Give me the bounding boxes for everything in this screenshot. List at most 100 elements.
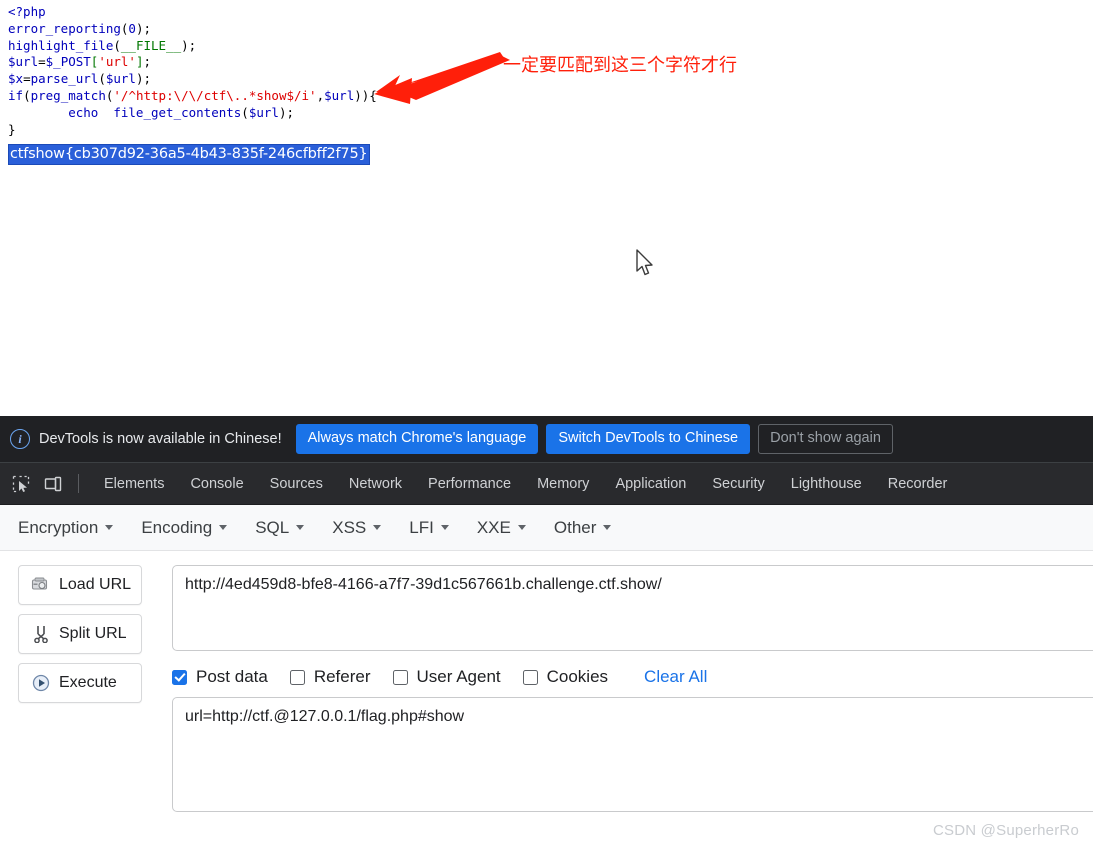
- split-url-button[interactable]: Split URL: [18, 614, 142, 654]
- chevron-down-icon: [517, 525, 526, 530]
- post-data-checkbox[interactable]: [172, 669, 187, 685]
- php-token: ]: [135, 54, 144, 70]
- php-token: $x: [8, 71, 24, 87]
- referer-label: Referer: [313, 667, 371, 686]
- switch-devtools-to-chinese-button[interactable]: Switch DevTools to Chinese: [546, 424, 751, 454]
- cookies-checkbox[interactable]: [522, 669, 538, 685]
- php-token: __FILE__: [120, 37, 182, 53]
- tab-security[interactable]: Security: [699, 463, 777, 504]
- chevron-down-icon: [219, 525, 228, 530]
- execute-label: Execute: [59, 674, 117, 691]
- php-token: ;: [188, 37, 197, 53]
- referer-checkbox[interactable]: [289, 669, 305, 685]
- menu-encoding-label: Encoding: [141, 517, 213, 537]
- php-token: 'url': [98, 54, 136, 70]
- load-url-label: Load URL: [59, 576, 132, 593]
- mouse-pointer-icon: [636, 249, 653, 276]
- chevron-down-icon: [603, 525, 612, 530]
- url-input[interactable]: http://4ed459d8-bfe8-4166-a7f7-39d1c5676…: [172, 565, 1093, 651]
- php-token: error_reporting: [8, 20, 121, 36]
- php-source-line: echo file_get_contents($url);: [8, 105, 377, 122]
- toolbar-divider: [78, 474, 79, 493]
- menu-xss[interactable]: XSS: [332, 517, 382, 538]
- tab-performance[interactable]: Performance: [415, 463, 524, 504]
- inspect-element-icon[interactable]: [6, 470, 36, 498]
- php-token: $_POST: [45, 54, 91, 70]
- menu-encoding[interactable]: Encoding: [141, 517, 228, 538]
- tab-application[interactable]: Application: [602, 463, 699, 504]
- menu-sql[interactable]: SQL: [255, 517, 305, 538]
- banner-message: DevTools is now available in Chinese!: [39, 431, 282, 447]
- chevron-down-icon: [440, 525, 449, 530]
- user-agent-label: User Agent: [416, 667, 501, 686]
- user-agent-checkbox[interactable]: [392, 669, 408, 685]
- browser-page-content: <?php error_reporting(0); highlight_file(_…: [0, 0, 1093, 416]
- annotation-text-top: 一定要匹配到这三个字符才行: [503, 55, 737, 76]
- option-referer[interactable]: Referer: [289, 667, 371, 687]
- menu-other[interactable]: Other: [554, 518, 612, 538]
- menu-encryption-label: Encryption: [18, 517, 99, 537]
- annotation-arrow-top: [374, 52, 510, 104]
- option-cookies[interactable]: Cookies: [522, 667, 608, 687]
- execute-icon: [31, 673, 51, 693]
- dont-show-again-button[interactable]: Don't show again: [758, 424, 893, 454]
- php-token: '/^http:\/\/ctf\..*show$/i': [113, 87, 317, 103]
- hackbar-main-row: Load URL Split URL Execute http://4ed459…: [0, 565, 1093, 812]
- tab-lighthouse[interactable]: Lighthouse: [778, 463, 875, 504]
- php-source-line: <?php: [8, 4, 377, 21]
- php-source-line: error_reporting(0);: [8, 21, 377, 38]
- device-toolbar-icon[interactable]: [38, 470, 68, 498]
- menu-lfi-label: LFI: [409, 517, 434, 537]
- php-source-line: }: [8, 122, 377, 139]
- php-source-code: <?php error_reporting(0); highlight_file(_…: [8, 4, 377, 138]
- menu-lfi[interactable]: LFI: [409, 518, 449, 538]
- option-user-agent[interactable]: User Agent: [392, 667, 501, 687]
- menu-sql-label: SQL: [255, 517, 290, 537]
- php-token: {: [369, 87, 377, 103]
- always-match-chrome-language-button[interactable]: Always match Chrome's language: [295, 424, 539, 454]
- php-token: $url: [8, 54, 39, 70]
- menu-xxe-label: XXE: [476, 517, 511, 537]
- php-token: ): [181, 37, 189, 53]
- php-source-line: $url=$_POST['url'];: [8, 54, 377, 71]
- chevron-down-icon: [105, 525, 114, 530]
- tab-elements[interactable]: Elements: [91, 463, 177, 504]
- option-post-data[interactable]: Post data: [172, 667, 268, 687]
- tab-network[interactable]: Network: [336, 463, 415, 504]
- menu-xss-label: XSS: [332, 517, 367, 537]
- php-token: ;: [143, 71, 152, 87]
- devtools-language-banner: i DevTools is now available in Chinese! …: [0, 416, 1093, 463]
- devtools-panel: i DevTools is now available in Chinese! …: [0, 416, 1093, 847]
- tab-memory[interactable]: Memory: [524, 463, 602, 504]
- menu-xxe[interactable]: XXE: [477, 518, 526, 538]
- info-circle-icon: i: [10, 429, 30, 449]
- menu-other-label: Other: [553, 517, 597, 537]
- tab-sources[interactable]: Sources: [257, 463, 336, 504]
- load-url-button[interactable]: Load URL: [18, 565, 142, 605]
- load-url-icon: [31, 575, 51, 595]
- post-data-input[interactable]: url=http://ctf.@127.0.0.1/flag.php#show: [172, 697, 1093, 812]
- php-token: $url: [105, 71, 136, 87]
- php-token: ;: [143, 20, 152, 36]
- chevron-down-icon: [373, 525, 382, 530]
- php-token: echo: [8, 104, 114, 120]
- php-token: ,: [316, 87, 325, 103]
- tab-console[interactable]: Console: [177, 463, 256, 504]
- php-token: }: [8, 121, 16, 137]
- hackbar-menubar: Encryption Encoding SQL XSS LFI XXE Othe…: [0, 505, 1093, 551]
- clear-all-link[interactable]: Clear All: [644, 667, 707, 687]
- php-token: file_get_contents: [113, 104, 242, 120]
- flag-selected-text[interactable]: ctfshow{cb307d92-36a5-4b43-835f-246cfbff…: [8, 144, 370, 165]
- execute-button[interactable]: Execute: [18, 663, 142, 703]
- php-source-line: if(preg_match('/^http:\/\/ctf\..*show$/i…: [8, 88, 377, 105]
- menu-encryption[interactable]: Encryption: [18, 517, 114, 538]
- php-token: =: [38, 54, 46, 70]
- php-token: $url: [248, 104, 279, 120]
- chevron-down-icon: [296, 525, 305, 530]
- hackbar-option-row: Post data Referer User Agent Cookies Cle…: [172, 667, 1093, 687]
- php-token: preg_match: [30, 87, 106, 103]
- hackbar-panel: Encryption Encoding SQL XSS LFI XXE Othe…: [0, 505, 1093, 847]
- csdn-watermark: CSDN @SuperherRo: [933, 822, 1079, 839]
- tab-recorder[interactable]: Recorder: [875, 463, 961, 504]
- php-token: $url: [324, 87, 355, 103]
